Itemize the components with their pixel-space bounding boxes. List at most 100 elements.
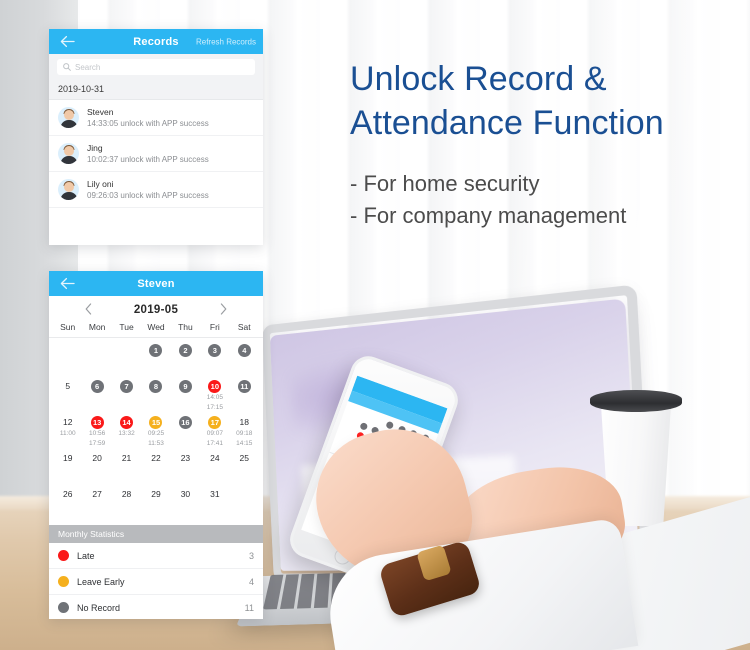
calendar-day-cell[interactable]: 5	[53, 377, 82, 413]
calendar-day-cell[interactable]: 14 13:32	[112, 413, 141, 449]
calendar-day-cell[interactable]: 6	[82, 377, 111, 413]
calendar-day-cell[interactable]: 27	[82, 485, 111, 521]
calendar-month-switcher: 2019-05	[49, 296, 263, 322]
record-detail: 09:26:03 unlock with APP success	[87, 191, 209, 200]
calendar-day-number: 9	[178, 380, 192, 393]
calendar-day-cell[interactable]: 4	[230, 341, 259, 377]
calendar-empty-cell	[112, 341, 141, 377]
calendar-day-number: 29	[151, 489, 161, 499]
calendar-day-cell[interactable]: 18 09:18 14:15	[230, 413, 259, 449]
search-input[interactable]: Search	[57, 59, 255, 75]
calendar-day-time: 09:07	[206, 430, 223, 437]
calendar-day-cell[interactable]: 9	[171, 377, 200, 413]
records-date-header: 2019-10-31	[49, 80, 263, 100]
statistic-count: 4	[248, 576, 254, 587]
calendar-day-cell[interactable]: 24	[200, 449, 229, 485]
calendar-day-cell[interactable]: 22	[141, 449, 170, 485]
statistic-row[interactable]: No Record 11	[49, 595, 263, 619]
attendance-navbar: Steven	[49, 271, 263, 296]
status-badge	[58, 576, 69, 587]
calendar-day-time: 14:05	[206, 394, 223, 401]
calendar-day-time: 10:56	[88, 430, 106, 437]
calendar-day-time: 09:18	[236, 430, 253, 437]
list-item[interactable]: Jing 10:02:37 unlock with APP success	[49, 136, 263, 172]
arrow-left-icon[interactable]	[59, 276, 75, 292]
calendar-day-cell[interactable]: 11	[230, 377, 259, 413]
calendar-day-time: 13:32	[118, 430, 135, 437]
statistic-count: 3	[248, 550, 254, 561]
calendar-day-time: 17:59	[88, 439, 106, 447]
search-bar: Search	[49, 54, 263, 80]
calendar-day-cell[interactable]: 15 09:25 11:53	[141, 413, 170, 449]
avatar	[58, 143, 79, 164]
calendar-day-number: 14	[120, 416, 134, 429]
calendar-day-cell[interactable]: 2	[171, 341, 200, 377]
calendar-day-cell[interactable]: 13 10:56 17:59	[82, 413, 111, 449]
calendar-day-cell[interactable]: 16	[171, 413, 200, 449]
calendar-day-cell[interactable]: 10 14:05 17:15	[200, 377, 229, 413]
calendar-day-number: 19	[62, 453, 73, 463]
calendar-day-number: 20	[92, 453, 102, 463]
calendar-day-cell[interactable]: 19	[53, 449, 82, 485]
calendar-day-number: 12	[62, 417, 73, 427]
calendar-day-time: 11:53	[148, 439, 164, 447]
calendar-day-cell[interactable]: 8	[141, 377, 170, 413]
calendar-day-cell[interactable]: 17 09:07 17:41	[200, 413, 229, 449]
calendar-day-number: 16	[178, 416, 192, 429]
calendar-day-number: 1	[149, 344, 163, 357]
calendar-day-time: 09:25	[147, 430, 165, 437]
arrow-left-icon[interactable]	[59, 34, 75, 50]
calendar-day-number: 21	[121, 453, 132, 463]
record-name: Jing	[87, 143, 103, 153]
calendar-day-cell[interactable]: 25	[230, 449, 259, 485]
refresh-records-button[interactable]: Refresh Records	[196, 37, 256, 46]
calendar-day-cell[interactable]: 1	[141, 341, 170, 377]
avatar	[58, 107, 79, 128]
calendar-day-number: 15	[149, 416, 163, 429]
calendar-day-cell[interactable]: 28	[112, 485, 141, 521]
statistic-row[interactable]: Late 3	[49, 543, 263, 569]
calendar-day-cell[interactable]: 31	[200, 485, 229, 521]
record-detail: 10:02:37 unlock with APP success	[87, 155, 209, 164]
calendar-day-cell[interactable]: 7	[112, 377, 141, 413]
calendar-day-number: 26	[62, 489, 73, 499]
calendar-month-label: 2019-05	[133, 304, 179, 316]
calendar-day-number: 11	[237, 380, 251, 393]
chevron-right-icon[interactable]	[220, 303, 227, 315]
calendar-day-number: 31	[210, 489, 220, 499]
hero-copy: Unlock Record & Attendance Function - Fo…	[350, 58, 730, 232]
statistic-row[interactable]: Leave Early 4	[49, 569, 263, 595]
chevron-left-icon[interactable]	[85, 303, 92, 315]
calendar-day-cell[interactable]: 23	[171, 449, 200, 485]
calendar-day-number: 23	[180, 453, 191, 463]
calendar-day-cell[interactable]: 26	[53, 485, 82, 521]
calendar-day-cell[interactable]: 30	[171, 485, 200, 521]
record-detail: 14:33:05 unlock with APP success	[87, 119, 209, 128]
calendar-day-number: 6	[90, 380, 104, 393]
calendar-grid: 1 2 3 4 5 6 7 8 9 10 14:05 17:15 11 12 11:00 13 10:56 17:…	[49, 338, 263, 521]
calendar-day-number: 27	[92, 489, 102, 499]
list-item[interactable]: Lily oni 09:26:03 unlock with APP succes…	[49, 172, 263, 208]
calendar-day-cell[interactable]: 12 11:00	[53, 413, 82, 449]
calendar-empty-cell	[230, 485, 259, 521]
page-title: Unlock Record & Attendance Function	[350, 60, 664, 142]
monthly-statistics-list: Late 3 Leave Early 4 No Record 11	[49, 543, 263, 619]
calendar-day-number: 22	[151, 453, 161, 463]
monthly-statistics-header: Monthly Statistics	[49, 525, 263, 543]
calendar-day-cell[interactable]: 3	[200, 341, 229, 377]
search-placeholder: Search	[75, 62, 101, 72]
statistic-label: Late	[77, 550, 95, 561]
status-badge	[58, 602, 69, 613]
calendar-day-cell[interactable]: 29	[141, 485, 170, 521]
bullet-item: - For home security	[350, 170, 540, 196]
calendar-day-cell[interactable]: 21	[112, 449, 141, 485]
record-name: Lily oni	[87, 179, 114, 189]
list-item[interactable]: Steven 14:33:05 unlock with APP success	[49, 100, 263, 136]
calendar-day-time: 11:00	[59, 430, 76, 437]
weekday-label: Wed	[147, 322, 165, 332]
weekday-label: Thu	[178, 322, 193, 332]
feature-bullets: - For home security - For company manage…	[350, 168, 730, 232]
calendar-day-cell[interactable]: 20	[82, 449, 111, 485]
weekday-label: Sun	[60, 322, 76, 332]
record-name: Steven	[87, 107, 114, 117]
